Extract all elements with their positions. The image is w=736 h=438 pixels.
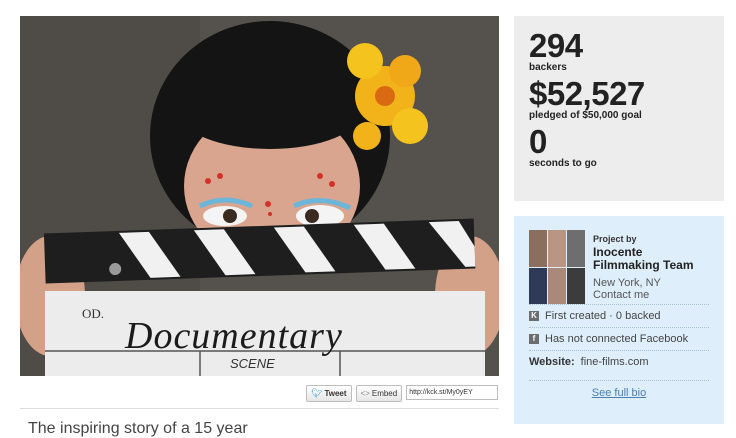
see-full-bio-link[interactable]: See full bio: [529, 380, 709, 399]
slate-scene-label: SCENE: [230, 356, 275, 371]
share-bar: 🐦︎ Tweet <> Embed: [306, 385, 499, 402]
tweet-button[interactable]: 🐦︎ Tweet: [306, 385, 352, 402]
time-remaining-value: 0: [529, 123, 547, 160]
content-divider: [20, 408, 499, 409]
website-row: Website: fine-films.com: [529, 350, 709, 373]
pledged-label: pledged of $50,000 goal: [529, 110, 642, 121]
creator-history: First created · 0 backed: [545, 310, 661, 322]
backers-label: backers: [529, 62, 567, 73]
funding-stats-panel: 294 backers $52,527 pledged of $50,000 g…: [514, 16, 724, 201]
backers-count: 294: [529, 27, 583, 64]
facebook-row: f Has not connected Facebook: [529, 327, 709, 350]
facebook-status: Has not connected Facebook: [545, 333, 689, 345]
website-link[interactable]: fine-films.com: [581, 351, 649, 373]
time-remaining-label: seconds to go: [529, 158, 597, 169]
slate-title: Documentary: [125, 315, 343, 357]
short-url-field[interactable]: [406, 385, 499, 400]
creator-history-row: K First created · 0 backed: [529, 304, 709, 327]
slate-prod-label: OD.: [82, 306, 105, 321]
facebook-icon: f: [529, 334, 539, 344]
project-by-label: Project by: [593, 234, 637, 244]
embed-button[interactable]: <> Embed: [355, 385, 403, 402]
contact-me-link[interactable]: Contact me: [593, 289, 709, 302]
twitter-bird-icon: 🐦︎: [311, 388, 323, 398]
website-label: Website:: [529, 356, 575, 368]
creator-location[interactable]: New York, NY: [593, 277, 709, 289]
creator-name[interactable]: Inocente Filmmaking Team: [593, 246, 709, 272]
kickstarter-k-icon: K: [529, 311, 539, 321]
code-brackets-icon: <>: [360, 389, 370, 398]
creator-panel: Project by Inocente Filmmaking Team New …: [514, 216, 724, 424]
project-blurb: The inspiring story of a 15 year: [28, 420, 248, 437]
project-video-thumbnail[interactable]: OD. Documentary SCENE: [20, 16, 499, 376]
pledged-amount: $52,527: [529, 75, 645, 112]
tweet-label: Tweet: [324, 389, 347, 398]
embed-label: Embed: [371, 389, 398, 398]
creator-avatar[interactable]: [529, 230, 586, 304]
